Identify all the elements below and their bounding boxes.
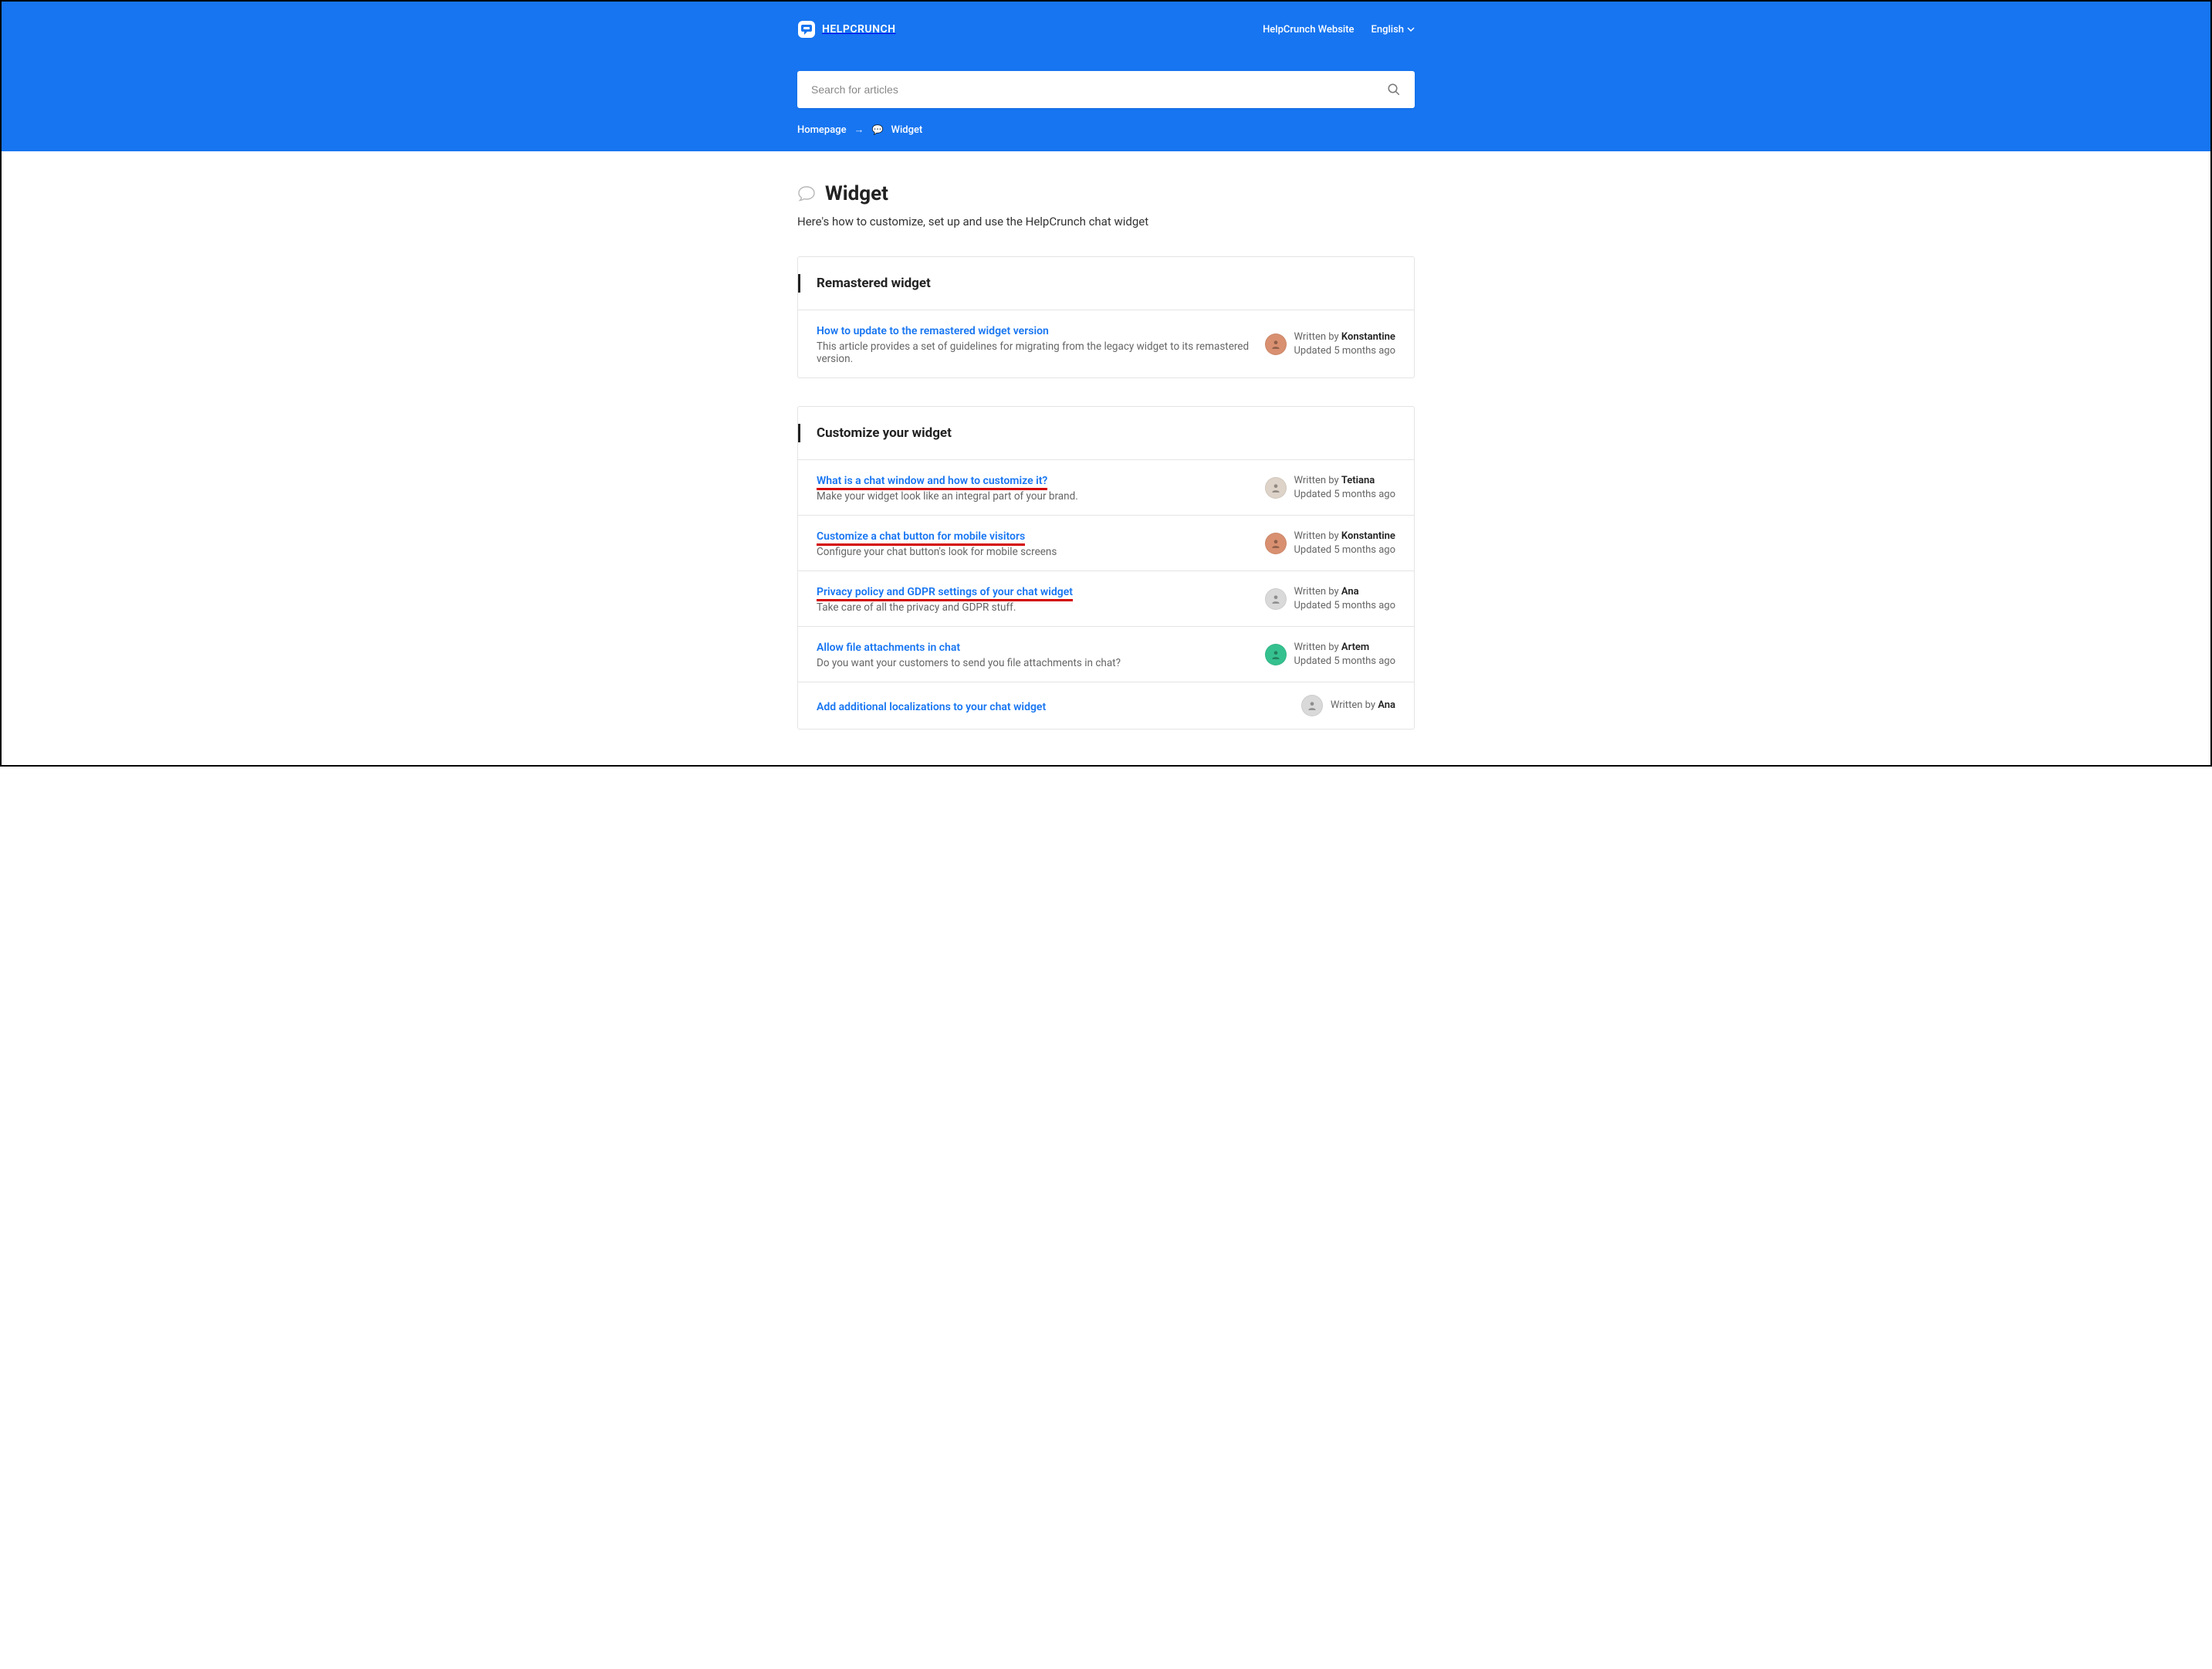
article-author: Ana: [1341, 586, 1359, 598]
arrow-right-icon: →: [854, 124, 864, 136]
article-meta-text: Written by AnaUpdated 5 months ago: [1294, 585, 1396, 612]
article-row[interactable]: Add additional localizations to your cha…: [798, 682, 1414, 729]
written-by-label: Written by: [1294, 475, 1341, 486]
speech-bubble-icon: [797, 185, 816, 203]
website-link[interactable]: HelpCrunch Website: [1263, 24, 1354, 36]
article-meta: Written by AnaUpdated 5 months ago: [1265, 585, 1396, 612]
logo-icon: [797, 20, 816, 39]
article-description: This article provides a set of guideline…: [817, 340, 1253, 365]
article-row[interactable]: Customize a chat button for mobile visit…: [798, 516, 1414, 571]
article-row[interactable]: Allow file attachments in chat Do you wan…: [798, 627, 1414, 682]
article-updated: Updated 5 months ago: [1294, 599, 1396, 613]
article-author-line: Written by Ana: [1331, 699, 1395, 713]
article-title-link[interactable]: Add additional localizations to your cha…: [817, 701, 1046, 713]
article-row[interactable]: How to update to the remastered widget v…: [798, 310, 1414, 377]
article-group: Remastered widget How to update to the re…: [797, 256, 1415, 378]
article-meta-text: Written by TetianaUpdated 5 months ago: [1294, 474, 1396, 501]
article-main: Add additional localizations to your cha…: [817, 699, 1289, 713]
article-meta-text: Written by Ana: [1331, 699, 1395, 713]
language-selector[interactable]: English: [1372, 24, 1415, 36]
article-author: Artem: [1341, 642, 1369, 653]
page-header: Widget: [797, 182, 1415, 205]
article-meta: Written by Ana: [1301, 695, 1395, 716]
language-label: English: [1372, 24, 1405, 36]
article-row[interactable]: Privacy policy and GDPR settings of your…: [798, 571, 1414, 627]
topbar: HELPCRUNCH HelpCrunch Website English: [797, 20, 1415, 39]
article-main: Allow file attachments in chat Do you wan…: [817, 639, 1253, 669]
article-main: Customize a chat button for mobile visit…: [817, 528, 1253, 558]
article-meta: Written by KonstantineUpdated 5 months a…: [1265, 330, 1396, 357]
article-meta-text: Written by KonstantineUpdated 5 months a…: [1294, 330, 1396, 357]
breadcrumb-current: Widget: [891, 124, 923, 136]
article-author-line: Written by Konstantine: [1294, 530, 1396, 543]
article-title-link[interactable]: Allow file attachments in chat: [817, 642, 960, 654]
article-updated: Updated 5 months ago: [1294, 543, 1396, 557]
breadcrumb: Homepage → 💬 Widget: [797, 124, 1415, 136]
avatar: [1265, 533, 1287, 554]
article-meta-text: Written by ArtemUpdated 5 months ago: [1294, 641, 1396, 668]
search-input[interactable]: [811, 83, 1387, 96]
article-author-line: Written by Konstantine: [1294, 330, 1396, 344]
topnav: HelpCrunch Website English: [1263, 24, 1415, 36]
avatar: [1265, 477, 1287, 499]
article-main: What is a chat window and how to customi…: [817, 472, 1253, 503]
page-title: Widget: [825, 182, 888, 205]
avatar: [1265, 333, 1287, 355]
article-title-link[interactable]: How to update to the remastered widget v…: [817, 325, 1049, 337]
article-meta: Written by TetianaUpdated 5 months ago: [1265, 474, 1396, 501]
brand-link[interactable]: HELPCRUNCH: [797, 20, 896, 39]
article-title-link[interactable]: Customize a chat button for mobile visit…: [817, 530, 1025, 546]
article-description: Configure your chat button's look for mo…: [817, 546, 1253, 558]
article-author: Tetiana: [1341, 475, 1375, 486]
article-author: Ana: [1378, 699, 1395, 711]
chat-icon: 💬: [872, 124, 884, 135]
article-title-link[interactable]: Privacy policy and GDPR settings of your…: [817, 586, 1073, 601]
article-group: Customize your widget What is a chat wind…: [797, 406, 1415, 730]
article-description: Take care of all the privacy and GDPR st…: [817, 601, 1253, 614]
article-description: Make your widget look like an integral p…: [817, 490, 1253, 503]
article-updated: Updated 5 months ago: [1294, 488, 1396, 502]
article-description: Do you want your customers to send you f…: [817, 657, 1253, 669]
avatar: [1301, 695, 1323, 716]
article-author-line: Written by Artem: [1294, 641, 1396, 655]
written-by-label: Written by: [1294, 586, 1341, 598]
chevron-down-icon: [1407, 25, 1415, 33]
written-by-label: Written by: [1331, 699, 1378, 711]
group-title: Customize your widget: [813, 425, 1399, 441]
article-row[interactable]: What is a chat window and how to customi…: [798, 460, 1414, 516]
article-author: Konstantine: [1341, 331, 1395, 343]
group-title: Remastered widget: [813, 276, 1399, 291]
search-box[interactable]: [797, 71, 1415, 108]
article-main: Privacy policy and GDPR settings of your…: [817, 584, 1253, 614]
article-updated: Updated 5 months ago: [1294, 655, 1396, 669]
article-meta-text: Written by KonstantineUpdated 5 months a…: [1294, 530, 1396, 557]
article-title-link[interactable]: What is a chat window and how to customi…: [817, 475, 1047, 490]
group-header: Remastered widget: [798, 257, 1414, 310]
article-updated: Updated 5 months ago: [1294, 344, 1396, 358]
avatar: [1265, 644, 1287, 665]
avatar: [1265, 588, 1287, 610]
search-icon: [1387, 83, 1401, 96]
page-description: Here's how to customize, set up and use …: [797, 215, 1415, 229]
article-author: Konstantine: [1341, 530, 1395, 542]
article-meta: Written by KonstantineUpdated 5 months a…: [1265, 530, 1396, 557]
group-header: Customize your widget: [798, 407, 1414, 460]
article-meta: Written by ArtemUpdated 5 months ago: [1265, 641, 1396, 668]
article-main: How to update to the remastered widget v…: [817, 323, 1253, 365]
written-by-label: Written by: [1294, 331, 1341, 343]
written-by-label: Written by: [1294, 530, 1341, 542]
brand-text: HELPCRUNCH: [822, 23, 896, 36]
article-author-line: Written by Ana: [1294, 585, 1396, 599]
breadcrumb-home[interactable]: Homepage: [797, 124, 847, 136]
written-by-label: Written by: [1294, 642, 1341, 653]
article-author-line: Written by Tetiana: [1294, 474, 1396, 488]
